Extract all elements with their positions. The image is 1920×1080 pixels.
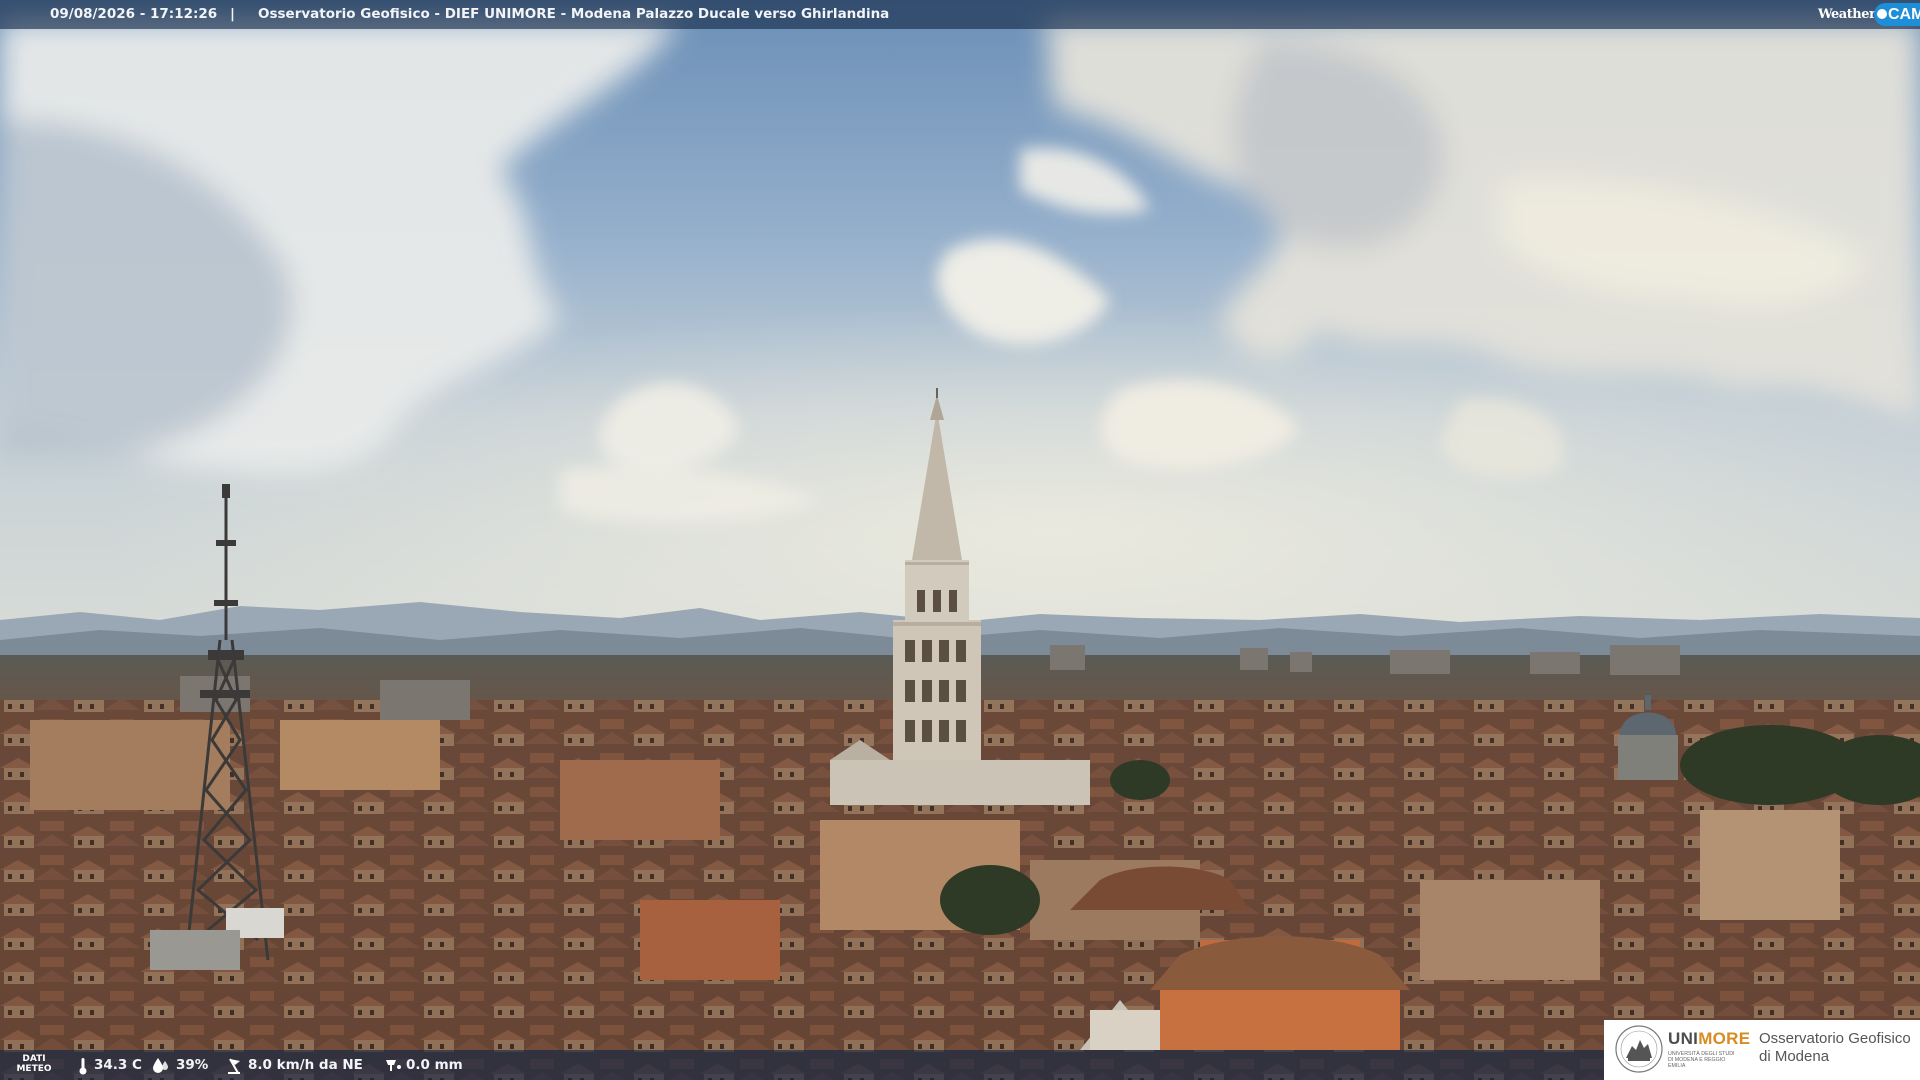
- unimore-seal-icon: [1615, 1025, 1663, 1073]
- brand-prefix: Weather: [1818, 7, 1876, 22]
- camera-lens-icon: [1877, 9, 1887, 19]
- wind-reading: 8.0 km/h da NE: [226, 1050, 366, 1080]
- webcam-image: [0, 0, 1920, 1080]
- thermometer-icon: [79, 1058, 87, 1075]
- wind-icon: [228, 1058, 240, 1074]
- brand-cam-text: CAM: [1888, 6, 1920, 23]
- humidity-reading: 39%: [152, 1050, 212, 1080]
- meteo-text: METEO: [16, 1064, 52, 1074]
- wind-value: 8.0 km/h da NE: [248, 1057, 363, 1073]
- humidity-drop-icon: [153, 1058, 168, 1073]
- timestamp: 09/08/2026 - 17:12:26: [50, 6, 218, 22]
- unimore-more: MORE: [1698, 1029, 1751, 1048]
- dati-text: DATI: [22, 1054, 46, 1064]
- temperature-reading: 34.3 C: [78, 1050, 148, 1080]
- dati-meteo-label: DATI METEO: [16, 1054, 52, 1074]
- brand-cam-badge: CAM: [1874, 3, 1920, 26]
- observatory-line2: di Modena: [1759, 1048, 1830, 1065]
- temperature-value: 34.3 C: [94, 1057, 142, 1073]
- separator: |: [230, 6, 235, 22]
- unimore-logo-box: UNIMORE UNIVERSITÀ DEGLI STUDI DI MODENA…: [1604, 1020, 1920, 1080]
- rain-gauge-icon: [386, 1060, 401, 1071]
- weather-data-bar: DATI METEO 34.3 C 39% 8.0 km/h da NE 0.0…: [0, 1050, 1604, 1080]
- top-info-bar: 09/08/2026 - 17:12:26 | Osservatorio Geo…: [0, 0, 1920, 29]
- unimore-wordmark: UNIMORE: [1668, 1029, 1750, 1049]
- observatory-name: Osservatorio Geofisico di Modena: [1759, 1030, 1911, 1066]
- humidity-value: 39%: [176, 1057, 209, 1073]
- unimore-subtitle: UNIVERSITÀ DEGLI STUDI DI MODENA E REGGI…: [1668, 1051, 1735, 1069]
- unimore-uni: UNI: [1668, 1029, 1699, 1048]
- rain-reading: 0.0 mm: [384, 1050, 464, 1080]
- rain-value: 0.0 mm: [406, 1057, 463, 1073]
- weathercam-logo: Weather CAM: [1816, 0, 1920, 29]
- observatory-line1: Osservatorio Geofisico: [1759, 1030, 1911, 1047]
- location-title: Osservatorio Geofisico - DIEF UNIMORE - …: [258, 6, 890, 22]
